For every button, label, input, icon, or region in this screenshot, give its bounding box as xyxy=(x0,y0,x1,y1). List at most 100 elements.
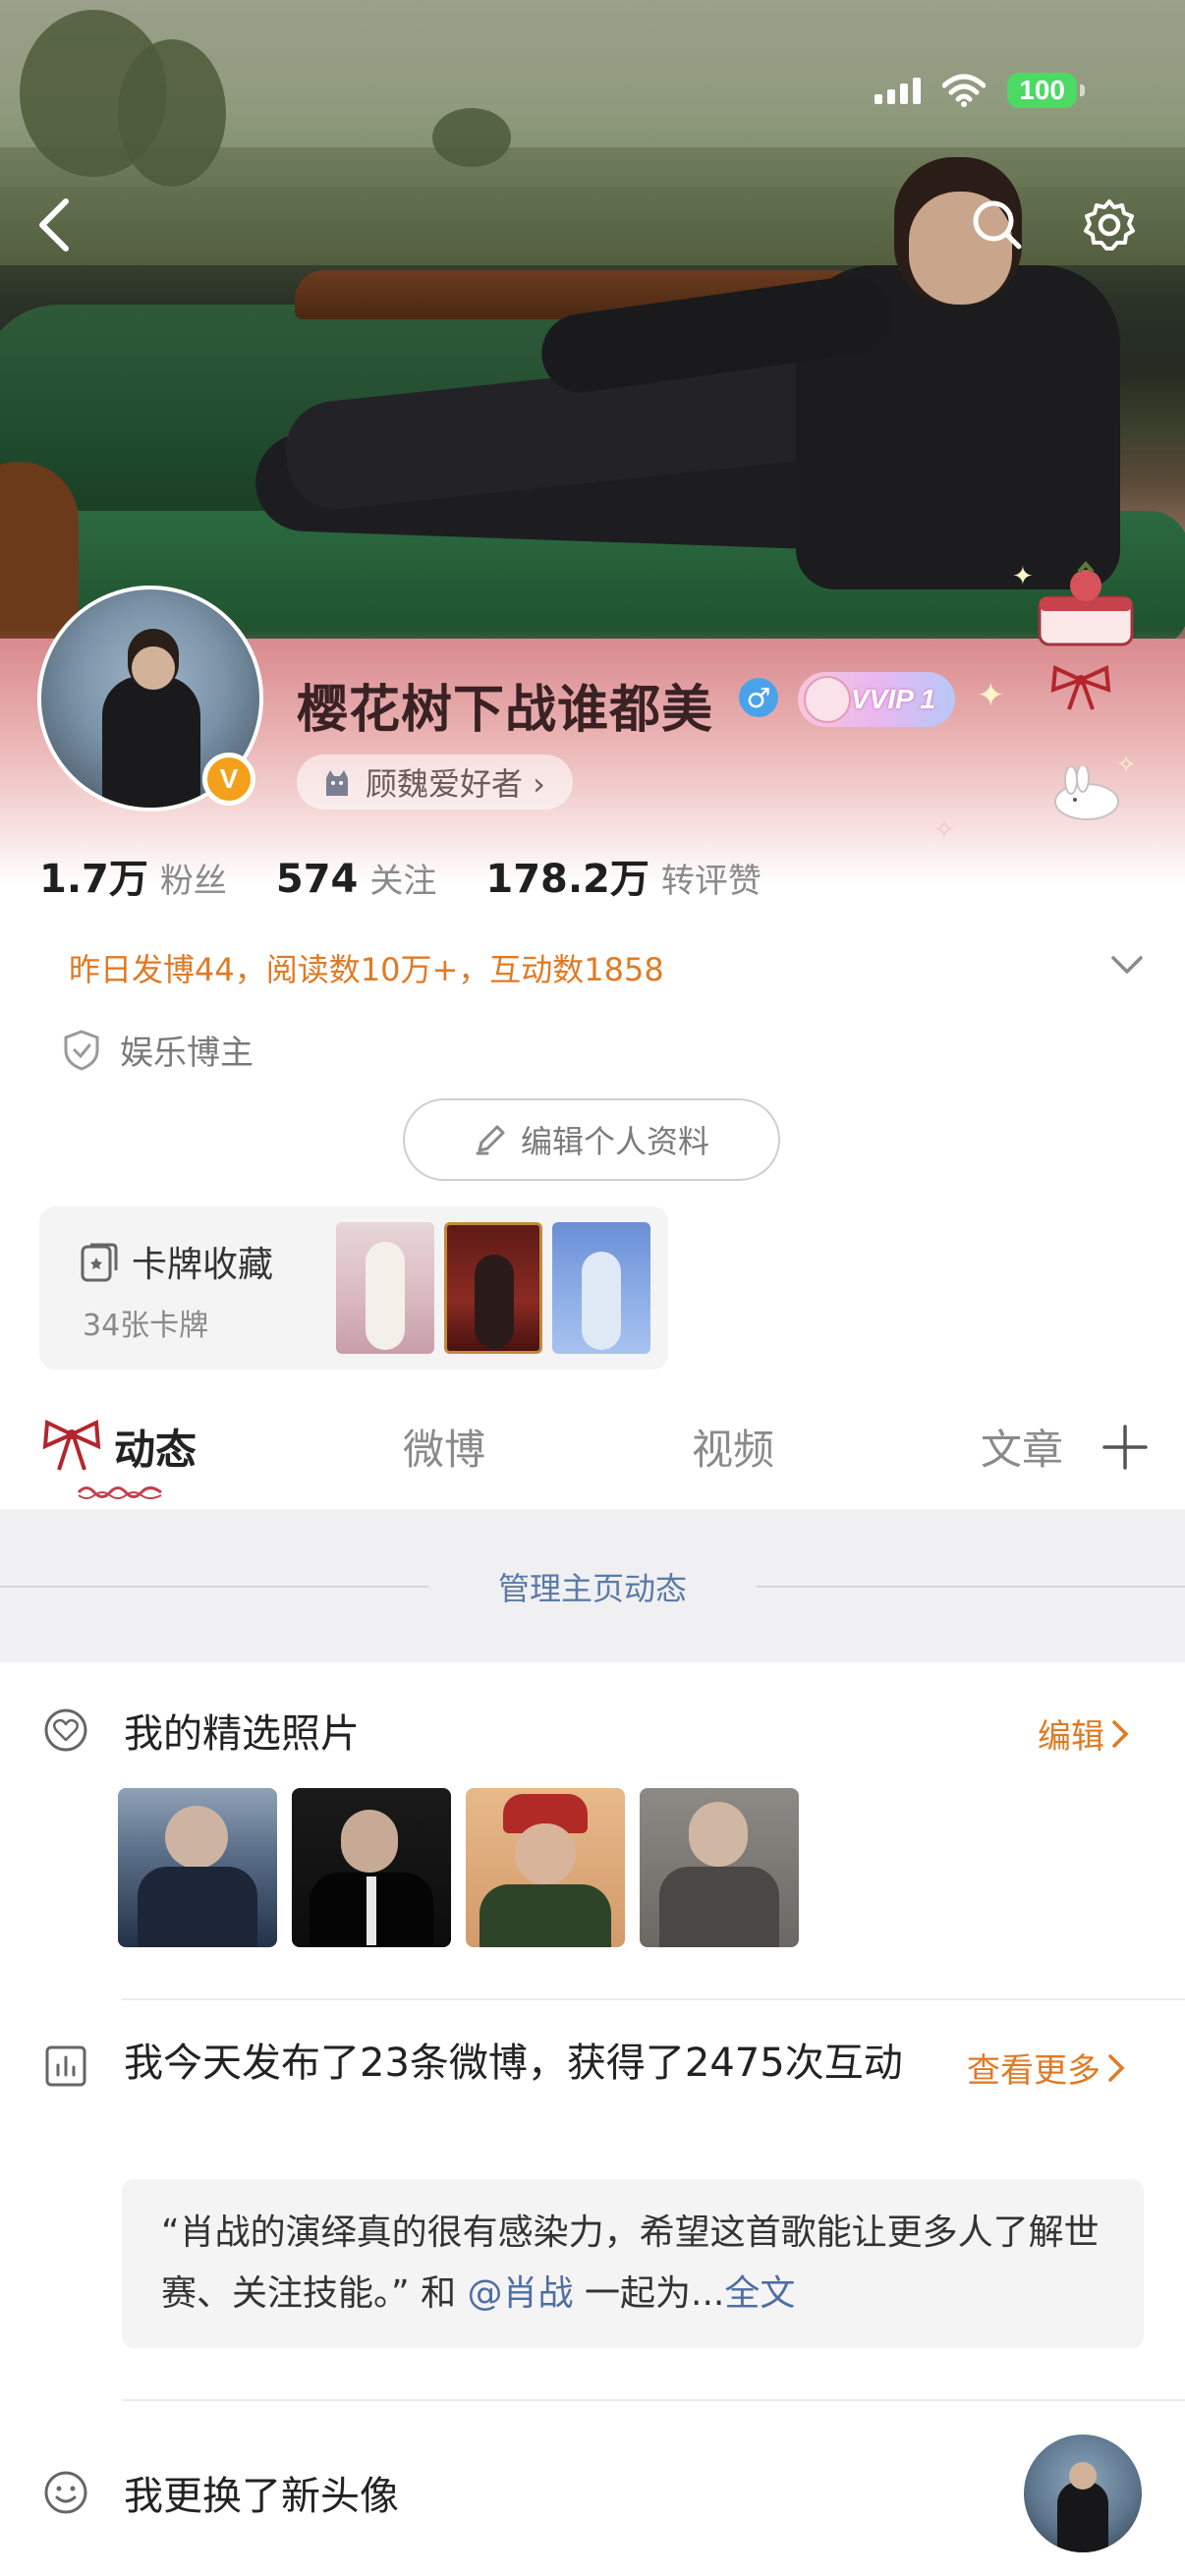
new-avatar-thumbnail[interactable] xyxy=(1024,2435,1142,2552)
divider xyxy=(122,1998,1185,2000)
shield-icon xyxy=(64,1029,99,1071)
featured-photo[interactable] xyxy=(118,1788,277,1947)
following-stat[interactable]: 574 关注 xyxy=(276,854,437,902)
card-thumbnail[interactable] xyxy=(444,1222,542,1354)
manage-homepage-link[interactable]: 管理主页动态 xyxy=(0,1564,1185,1609)
sparkle-icon: ✦ xyxy=(1012,562,1034,591)
ribbon-bow-icon xyxy=(42,1419,101,1471)
tab-dynamic[interactable]: 动态 xyxy=(114,1417,197,1477)
post-summary-title: 我今天发布了23条微博，获得了2475次互动 xyxy=(124,2041,903,2086)
pencil-icon xyxy=(476,1125,505,1155)
card-collection-count: 34张卡牌 xyxy=(83,1309,209,1343)
settings-button[interactable] xyxy=(1079,195,1140,255)
bear-icon xyxy=(804,676,851,723)
tab-video[interactable]: 视频 xyxy=(692,1417,774,1477)
photo-face xyxy=(341,1810,398,1873)
engagement-count: 178.2万 xyxy=(485,857,649,902)
avatar-person-face xyxy=(132,646,175,690)
followers-stat[interactable]: 1.7万 粉丝 xyxy=(39,847,227,904)
divider xyxy=(122,2399,1185,2401)
chevron-left-icon xyxy=(39,198,69,252)
card-thumbnail-figure xyxy=(582,1252,621,1350)
view-more-link[interactable]: 查看更多 xyxy=(967,2044,1126,2092)
card-collection-title: 卡牌收藏 xyxy=(132,1245,274,1285)
chevron-right-icon xyxy=(1112,1719,1129,1748)
cellular-signal-icon xyxy=(875,77,922,104)
tab-weibo[interactable]: 微博 xyxy=(403,1417,485,1477)
featured-photo[interactable] xyxy=(466,1788,625,1947)
card-collection-title-row: 卡牌收藏 xyxy=(79,1236,273,1287)
profile-tabs: 动态 微博 视频 文章 xyxy=(0,1403,1185,1511)
category-tag[interactable]: 娱乐博主 xyxy=(61,1026,254,1074)
followers-label: 粉丝 xyxy=(159,862,227,901)
card-thumbnail-figure xyxy=(475,1255,514,1349)
banner-tree xyxy=(118,39,226,187)
card-thumbnail[interactable] xyxy=(336,1222,434,1354)
photo-body xyxy=(659,1867,779,1947)
avatar-person-body xyxy=(102,676,200,808)
cake-sticker-icon xyxy=(1038,560,1134,646)
card-thumbnail[interactable] xyxy=(552,1222,650,1354)
search-button[interactable] xyxy=(967,195,1028,255)
active-tab-indicator xyxy=(77,1486,162,1499)
ribbon-bow-icon xyxy=(1050,664,1111,710)
card-collection[interactable]: 卡牌收藏 34张卡牌 xyxy=(39,1206,668,1370)
chevron-down-icon[interactable] xyxy=(1110,953,1144,977)
smiley-icon xyxy=(44,2471,87,2514)
photo-shirt xyxy=(367,1876,376,1945)
verified-badge: V xyxy=(202,753,255,806)
following-label: 关注 xyxy=(369,862,437,901)
post-quote[interactable]: “肖战的演绎真的很有感染力，希望这首歌能让更多人了解世赛、关注技能。” 和 @肖… xyxy=(122,2179,1144,2348)
battery-indicator: 100 xyxy=(1007,73,1085,108)
tab-article[interactable]: 文章 xyxy=(981,1417,1063,1477)
back-button[interactable] xyxy=(24,195,85,255)
yesterday-summary[interactable]: 昨日发博44，阅读数10万+，互动数1858 xyxy=(69,945,664,990)
featured-edit-label: 编辑 xyxy=(1038,1717,1104,1757)
quote-text-tail: 一起为... xyxy=(573,2273,725,2314)
gear-icon xyxy=(1084,199,1135,251)
mention-link[interactable]: @肖战 xyxy=(468,2273,574,2314)
fan-tag[interactable]: 顾魏爱好者 › xyxy=(297,755,573,810)
featured-edit-link[interactable]: 编辑 xyxy=(1038,1709,1130,1758)
card-thumbnail-figure xyxy=(366,1242,405,1350)
photo-face xyxy=(165,1806,228,1869)
edit-profile-label: 编辑个人资料 xyxy=(520,1123,709,1160)
cat-icon xyxy=(326,770,348,796)
vvip-label: VVIP 1 xyxy=(851,684,936,714)
featured-photo[interactable] xyxy=(292,1788,451,1947)
featured-photos-title: 我的精选照片 xyxy=(124,1711,360,1757)
photo-face xyxy=(689,1802,748,1867)
engagement-label: 转评赞 xyxy=(660,862,762,901)
chevron-right-icon xyxy=(1108,2053,1125,2082)
bunny-sticker-icon xyxy=(1054,766,1119,820)
search-icon xyxy=(973,200,1022,250)
bar-chart-icon xyxy=(45,2045,86,2087)
sparkle-icon: ✧ xyxy=(933,815,955,845)
photo-face xyxy=(515,1823,576,1884)
card-icon xyxy=(81,1243,118,1282)
vvip-badge[interactable]: VVIP 1 xyxy=(798,672,955,727)
read-full-link[interactable]: 全文 xyxy=(724,2273,795,2314)
profile-stats: 1.7万 粉丝 574 关注 178.2万 转评赞 xyxy=(39,847,762,904)
photo-body xyxy=(138,1867,257,1947)
male-gender-icon: ♂ xyxy=(739,678,778,717)
avatar-update-title: 我更换了新头像 xyxy=(124,2474,399,2519)
heart-icon xyxy=(44,1708,87,1752)
category-label: 娱乐博主 xyxy=(120,1034,254,1073)
username: 樱花树下战谁都美 xyxy=(297,681,714,740)
featured-photo[interactable] xyxy=(640,1788,799,1947)
banner-person xyxy=(254,147,1179,609)
manage-homepage-bar: 管理主页动态 xyxy=(0,1509,1185,1662)
sparkle-icon: ✦ xyxy=(977,676,1005,715)
avatar-person-face xyxy=(1069,2462,1097,2490)
wifi-icon xyxy=(942,74,987,107)
view-more-label: 查看更多 xyxy=(967,2051,1100,2091)
status-bar: 100 xyxy=(875,73,1085,108)
engagement-stat[interactable]: 178.2万 转评赞 xyxy=(485,847,762,904)
photo-body xyxy=(480,1884,611,1947)
plus-icon[interactable] xyxy=(1100,1423,1150,1472)
edit-profile-button[interactable]: 编辑个人资料 xyxy=(403,1098,780,1181)
followers-count: 1.7万 xyxy=(39,857,148,902)
fan-tag-label: 顾魏爱好者 › xyxy=(366,765,545,803)
following-count: 574 xyxy=(275,857,359,902)
